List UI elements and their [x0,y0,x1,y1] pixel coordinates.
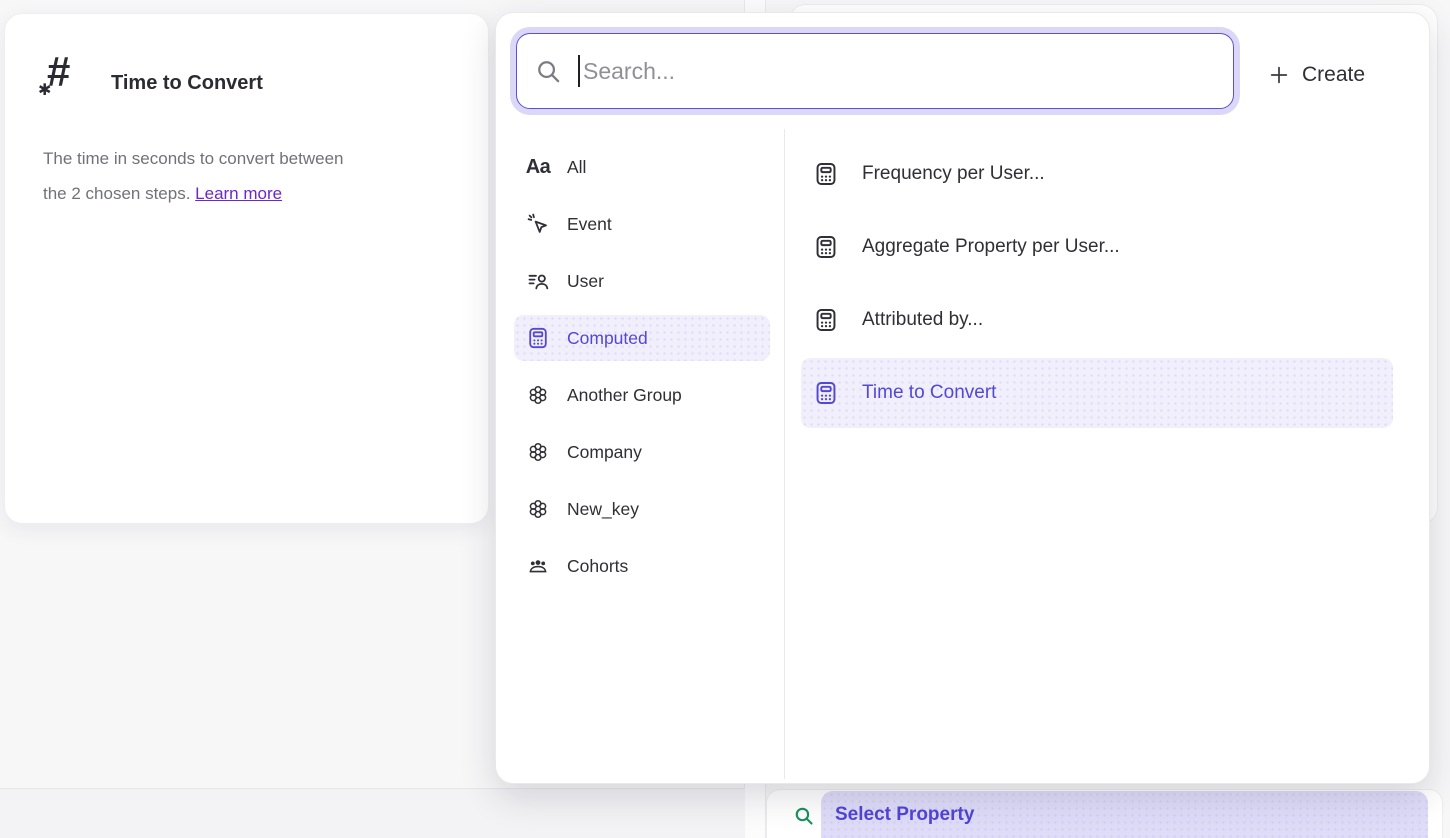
background-bottom-section [0,788,745,838]
description-line-2: the 2 chosen steps. [43,184,195,203]
learn-more-link[interactable]: Learn more [195,184,282,203]
list-item-label: Frequency per User... [862,163,1045,185]
screen: Select Property # ✱ Time to Convert The … [0,0,1450,838]
plus-icon [1268,64,1290,86]
sidebar-item-new-key[interactable]: New_key [514,486,770,532]
calculator-icon [526,326,550,350]
list-item-attributed-by[interactable]: Attributed by... [801,285,1393,355]
select-property-button[interactable]: Select Property [821,791,1428,838]
sidebar-item-event[interactable]: Event [514,201,770,247]
group-icon [526,383,550,407]
property-picker-popup: Create Aa All Event [495,12,1430,784]
group-icon [526,497,550,521]
sidebar-item-label: Computed [567,328,648,349]
search-icon [535,58,562,85]
calculator-icon [813,307,839,333]
tooltip-title: Time to Convert [111,72,263,95]
search-focus-ring [510,27,1240,115]
group-icon [526,440,550,464]
list-item-frequency-per-user[interactable]: Frequency per User... [801,139,1393,209]
text-format-icon: Aa [526,155,550,179]
results-list: Frequency per User... Aggregate Property… [801,139,1393,428]
star-glyph: ✱ [38,80,51,100]
select-property-label: Select Property [835,804,974,826]
tooltip-card: # ✱ Time to Convert The time in seconds … [4,13,489,524]
description-line-1: The time in seconds to convert between [43,149,344,168]
column-divider [784,129,785,779]
calculator-icon [813,161,839,187]
background-property-row: Select Property [766,789,1443,838]
user-list-icon [526,269,550,293]
list-item-time-to-convert[interactable]: Time to Convert [801,358,1393,428]
sidebar-item-label: User [567,271,604,292]
sidebar-item-label: All [567,157,586,178]
create-button[interactable]: Create [1268,53,1365,97]
search-field[interactable] [516,33,1234,109]
list-item-label: Attributed by... [862,309,983,331]
calculator-icon [813,234,839,260]
category-list: Aa All Event [514,144,770,589]
property-search-icon [793,805,815,827]
list-item-label: Aggregate Property per User... [862,236,1120,258]
list-item-aggregate-property-per-user[interactable]: Aggregate Property per User... [801,212,1393,282]
sidebar-item-computed[interactable]: Computed [514,315,770,361]
cursor-click-icon [526,212,550,236]
sidebar-item-another-group[interactable]: Another Group [514,372,770,418]
sidebar-item-label: Company [567,442,642,463]
search-input[interactable] [580,58,1215,85]
create-label: Create [1302,63,1365,87]
sidebar-item-company[interactable]: Company [514,429,770,475]
tooltip-description: The time in seconds to convert between t… [43,141,451,211]
sidebar-item-user[interactable]: User [514,258,770,304]
sidebar-item-label: New_key [567,499,639,520]
sidebar-item-all[interactable]: Aa All [514,144,770,190]
calculator-icon [813,380,839,406]
list-item-label: Time to Convert [862,382,996,404]
sidebar-item-label: Another Group [567,385,682,406]
cohorts-icon [526,554,550,578]
sidebar-item-label: Cohorts [567,556,628,577]
sidebar-item-label: Event [567,214,612,235]
computed-metric-icon: # ✱ [38,50,98,114]
sidebar-item-cohorts[interactable]: Cohorts [514,543,770,589]
